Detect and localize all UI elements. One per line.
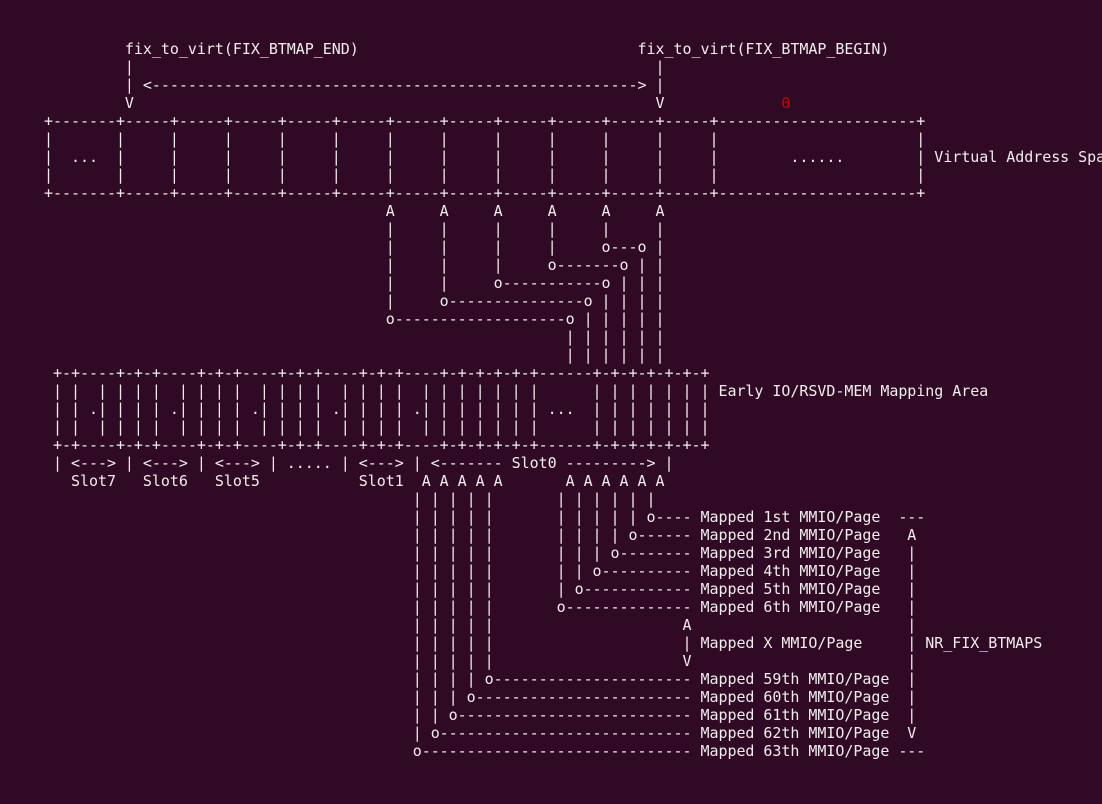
diagram-line: | | | | | | | | o-------- Mapped 3rd MMI…	[44, 544, 917, 562]
diagram-line: V V 0	[44, 94, 1102, 112]
diagram-line: +-+----+-+-+----+-+-+----+-+-+----+-+-+-…	[44, 436, 710, 454]
diagram-line: +-------+-----+-----+-----+-----+-----+-…	[44, 112, 926, 130]
diagram-line: Slot7 Slot6 Slot5 Slot1 A A A A A A A A …	[44, 472, 665, 490]
diagram-line: | | | | | | | | | | | | | | | | | | | | …	[44, 418, 710, 436]
diagram-line: | | | | o---------------------- Mapped 5…	[44, 670, 917, 688]
diagram-line: +-------+-----+-----+-----+-----+-----+-…	[44, 184, 926, 202]
diagram-line: | o---------------o | | | |	[44, 292, 665, 310]
diagram-line: | | | | | | | | | o------ Mapped 2nd MMI…	[44, 526, 917, 544]
diagram-line: | | o-----------o | | |	[44, 274, 665, 292]
diagram-line: | | | | o---o |	[44, 238, 665, 256]
diagram-line: | | | | | | | | | | |	[44, 490, 656, 508]
diagram-line: A A A A A A	[44, 202, 665, 220]
fixmap-ascii-diagram: fix_to_virt(FIX_BTMAP_END) fix_to_virt(F…	[44, 40, 1102, 760]
diagram-line: fix_to_virt(FIX_BTMAP_END) fix_to_virt(F…	[44, 40, 890, 58]
diagram-line: | <-------------------------------------…	[44, 76, 665, 94]
diagram-line: | | | | | | | | | | | | | |	[44, 166, 926, 184]
diagram-line: | | | | | | | | | | o---- Mapped 1st MMI…	[44, 508, 926, 526]
diagram-line: | | | o-------o | |	[44, 256, 665, 274]
diagram-line: | | | | | | Mapped X MMIO/Page | NR_FIX_…	[44, 634, 1043, 652]
diagram-line: | | o-------------------------- Mapped 6…	[44, 706, 917, 724]
diagram-line: | | | | | | | | | | | | | |	[44, 130, 926, 148]
diagram-line: o-------------------o | | | | |	[44, 310, 665, 328]
diagram-line: | | | | | |	[44, 220, 665, 238]
diagram-line: o------------------------------ Mapped 6…	[44, 742, 926, 760]
diagram-line: | |	[44, 58, 665, 76]
diagram-line: | <---> | <---> | <---> | ..... | <---> …	[44, 454, 674, 472]
diagram-line: | o---------------------------- Mapped 6…	[44, 724, 917, 742]
diagram-line: | | .| | | | .| | | | .| | | | .| | | | …	[44, 400, 710, 418]
diagram-line: | | | | | o-------------- Mapped 6th MMI…	[44, 598, 917, 616]
diagram-line: | | | | | A |	[44, 616, 917, 634]
diagram-line: | | | | | | | | | | | | | | | | | | | | …	[44, 382, 989, 400]
diagram-line: | | | | | |	[44, 346, 665, 364]
address-zero-marker: 0	[781, 94, 791, 112]
diagram-line: | | | | | |	[44, 328, 665, 346]
diagram-line: | | | o------------------------ Mapped 6…	[44, 688, 917, 706]
diagram-line: | ... | | | | | | | | | | | | ...... | V…	[44, 148, 1102, 166]
diagram-line: | | | | | | | o---------- Mapped 4th MMI…	[44, 562, 917, 580]
terminal-window: fix_to_virt(FIX_BTMAP_END) fix_to_virt(F…	[0, 0, 1102, 804]
diagram-line: | | | | | V |	[44, 652, 917, 670]
diagram-line-text: V V	[44, 94, 782, 112]
diagram-line: +-+----+-+-+----+-+-+----+-+-+----+-+-+-…	[44, 364, 710, 382]
diagram-line: | | | | | | o------------ Mapped 5th MMI…	[44, 580, 917, 598]
